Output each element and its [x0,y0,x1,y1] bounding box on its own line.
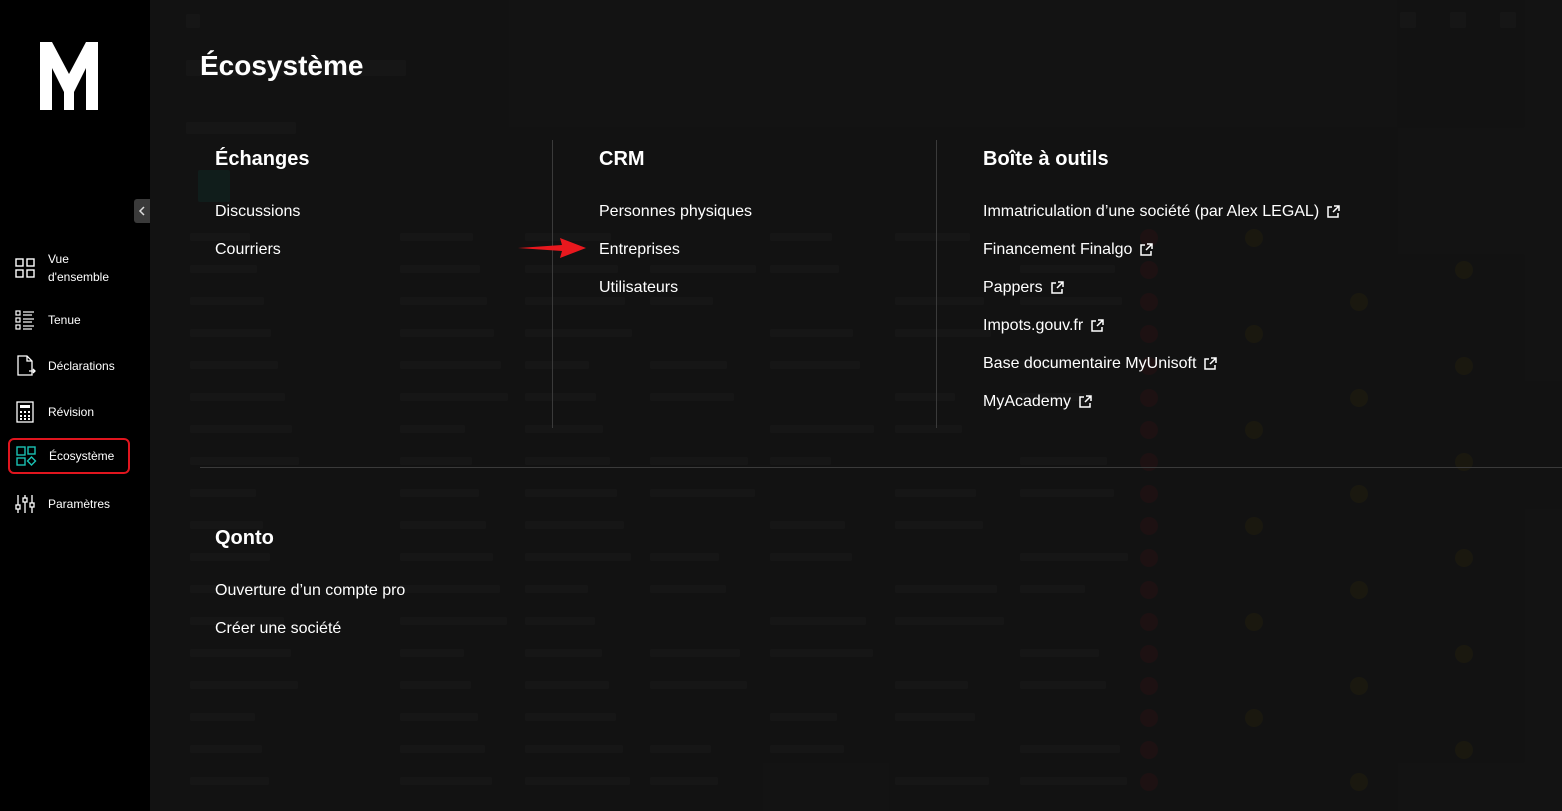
red-arrow-annotation [518,238,586,258]
sidebar-item-label: Révision [48,405,95,419]
link-label: Impots.gouv.fr [983,317,1084,334]
echanges-section: Échanges Discussions Courriers [215,148,309,269]
crm-section: CRM Personnes physiques Entreprises Util… [599,148,752,307]
link-label: Immatriculation d’une société (par Alex … [983,203,1320,220]
link-ouverture-compte-pro[interactable]: Ouverture d’un compte pro [215,572,405,610]
menu-title: Écosystème [200,50,364,81]
link-finalgo[interactable]: Financement Finalgo [983,231,1341,269]
sidebar-item-declarations[interactable]: Déclarations [8,355,130,377]
link-utilisateurs[interactable]: Utilisateurs [599,269,752,307]
calculator-icon [16,401,34,423]
sidebar-item-label: Tenue [48,313,81,327]
external-link-icon [1140,243,1154,256]
document-arrow-icon [17,355,36,376]
sliders-icon [15,495,35,513]
sidebar-item-revision[interactable]: Révision [8,401,130,423]
sidebar-item-label: Vue d'ensemble [48,252,109,284]
link-label: Pappers [983,279,1043,296]
collapse-sidebar-button[interactable] [134,199,150,223]
link-personnes-physiques[interactable]: Personnes physiques [599,193,752,231]
sidebar-item-label: Écosystème [49,449,115,463]
qonto-section: Qonto Ouverture d’un compte pro Créer un… [215,527,405,648]
sidebar-item-vue-ensemble[interactable]: Vue d'ensemble [8,250,130,286]
link-label: MyAcademy [983,393,1072,410]
link-courriers[interactable]: Courriers [215,231,309,269]
ecosystem-icon [16,446,37,466]
section-title: CRM [599,148,645,170]
sidebar-item-label: Paramètres [48,497,111,511]
tools-section: Boîte à outils Immatriculation d’une soc… [983,148,1341,421]
sidebar-item-label: Déclarations [48,359,115,373]
link-creer-societe[interactable]: Créer une société [215,610,405,648]
chevron-left-icon [138,206,145,216]
grid-icon [15,258,35,278]
divider [552,140,553,428]
section-title: Échanges [215,148,310,170]
sidebar-item-parametres[interactable]: Paramètres [8,493,130,515]
link-myacademy[interactable]: MyAcademy [983,383,1341,421]
link-base-documentaire[interactable]: Base documentaire MyUnisoft [983,345,1341,383]
list-icon [15,310,34,330]
divider [936,140,937,428]
sidebar-item-tenue[interactable]: Tenue [8,309,130,331]
section-title: Boîte à outils [983,148,1109,170]
external-link-icon [1327,205,1340,218]
myunisoft-logo [40,42,98,110]
external-link-icon [1204,357,1218,370]
link-impots[interactable]: Impots.gouv.fr [983,307,1341,345]
sidebar: Vue d'ensemble Tenue Déclarations Révisi… [0,0,150,811]
external-link-icon [1079,395,1092,408]
section-title: Qonto [215,527,274,549]
ecosystem-menu-overlay [150,0,1562,811]
sidebar-item-ecosysteme[interactable]: Écosystème [8,438,130,474]
external-link-icon [1050,281,1064,294]
external-link-icon [1091,319,1104,332]
horizontal-divider [200,467,1562,468]
link-label: Base documentaire MyUnisoft [983,355,1197,372]
link-label: Financement Finalgo [983,241,1133,258]
link-entreprises[interactable]: Entreprises [599,231,752,269]
link-immatriculation[interactable]: Immatriculation d’une société (par Alex … [983,193,1341,231]
link-discussions[interactable]: Discussions [215,193,309,231]
link-pappers[interactable]: Pappers [983,269,1341,307]
